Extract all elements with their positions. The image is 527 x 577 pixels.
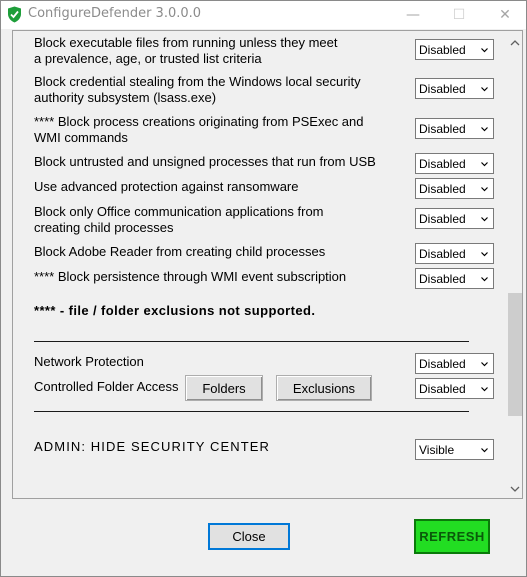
admin-hide-security-center-select[interactable]: Visible <box>415 439 494 460</box>
rule-label-psexec-wmi: **** Block process creations originating… <box>34 114 364 145</box>
chevron-down-icon <box>481 387 488 392</box>
rule-select-office-comm[interactable]: Disabled <box>415 208 494 229</box>
chevron-down-icon <box>481 217 488 222</box>
close-icon: ✕ <box>499 7 511 23</box>
chevron-down-icon <box>481 362 488 367</box>
chevron-down-icon <box>481 87 488 92</box>
title-bar: ConfigureDefender 3.0.0.0 — ☐ ✕ <box>1 1 526 29</box>
scrollbar-thumb[interactable] <box>508 293 522 416</box>
rule-label-lsass: Block credential stealing from the Windo… <box>34 74 361 105</box>
refresh-button[interactable]: REFRESH <box>414 519 490 554</box>
rule-label-ransomware: Use advanced protection against ransomwa… <box>34 179 299 194</box>
controlled-folder-access-select[interactable]: Disabled <box>415 378 494 399</box>
minimize-icon: — <box>406 7 420 23</box>
exclusions-button[interactable]: Exclusions <box>276 375 372 401</box>
chevron-down-icon <box>481 277 488 282</box>
chevron-down-icon <box>481 252 488 257</box>
chevron-down-icon <box>481 48 488 53</box>
rule-select-usb[interactable]: Disabled <box>415 153 494 174</box>
settings-panel: Block executable files from running unle… <box>12 30 523 499</box>
network-protection-label: Network Protection <box>34 354 144 369</box>
chevron-down-icon <box>481 448 488 453</box>
vertical-scrollbar[interactable] <box>507 31 522 498</box>
rule-select-executable-criteria[interactable]: Disabled <box>415 39 494 60</box>
divider <box>34 341 469 342</box>
chevron-down-icon <box>481 162 488 167</box>
rule-label-adobe-reader: Block Adobe Reader from creating child p… <box>34 244 326 259</box>
controlled-folder-access-label: Controlled Folder Access <box>34 379 179 394</box>
maximize-button: ☐ <box>436 1 482 29</box>
rule-select-lsass[interactable]: Disabled <box>415 78 494 99</box>
shield-check-icon <box>8 6 21 23</box>
divider <box>34 411 469 412</box>
scroll-down-arrow-icon[interactable] <box>510 484 520 494</box>
rule-label-wmi-persistence: **** Block persistence through WMI event… <box>34 269 347 284</box>
scroll-up-arrow-icon[interactable] <box>510 38 520 48</box>
rule-label-office-comm: Block only Office communication applicat… <box>34 204 324 235</box>
network-protection-select[interactable]: Disabled <box>415 353 494 374</box>
rule-select-psexec-wmi[interactable]: Disabled <box>415 118 494 139</box>
chevron-down-icon <box>481 127 488 132</box>
app-window: ConfigureDefender 3.0.0.0 — ☐ ✕ Block ex… <box>0 0 527 577</box>
minimize-button[interactable]: — <box>390 1 436 29</box>
rule-select-ransomware[interactable]: Disabled <box>415 178 494 199</box>
folders-button[interactable]: Folders <box>185 375 263 401</box>
maximize-icon: ☐ <box>452 7 466 23</box>
rule-label-executable-criteria: Block executable files from running unle… <box>34 35 338 66</box>
close-window-button[interactable]: ✕ <box>482 1 527 29</box>
rule-select-adobe-reader[interactable]: Disabled <box>415 243 494 264</box>
exclusions-note: **** - file / folder exclusions not supp… <box>34 303 316 318</box>
chevron-down-icon <box>481 187 488 192</box>
admin-hide-security-center-label: ADMIN: HIDE SECURITY CENTER <box>34 439 271 454</box>
window-title: ConfigureDefender 3.0.0.0 <box>28 6 202 21</box>
rule-select-wmi-persistence[interactable]: Disabled <box>415 268 494 289</box>
rule-label-usb: Block untrusted and unsigned processes t… <box>34 154 376 169</box>
close-button[interactable]: Close <box>208 523 290 550</box>
